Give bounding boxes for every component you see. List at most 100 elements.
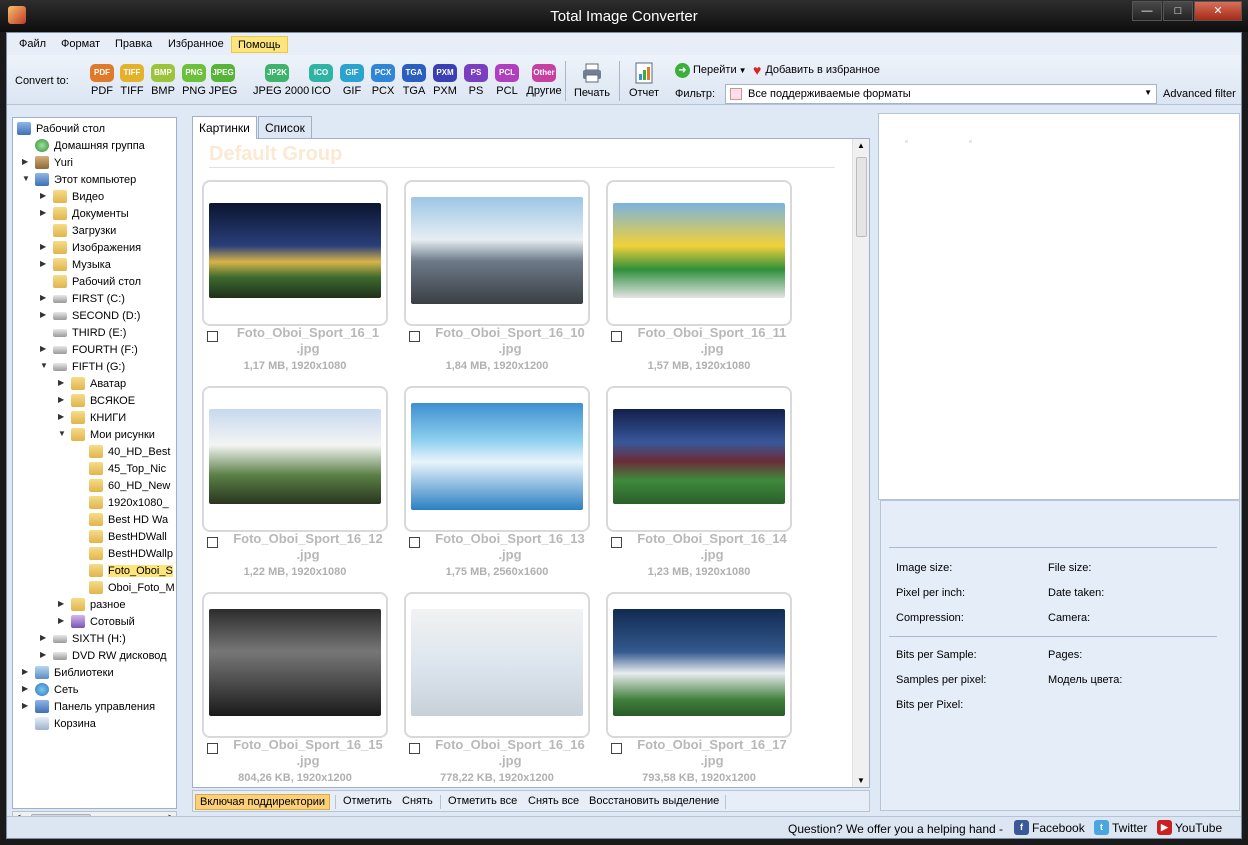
tree-item[interactable]: ▶ FOURTH (F:) [13, 342, 176, 359]
tree-item[interactable]: ▼ FIFTH (G:) [13, 359, 176, 376]
menu-file[interactable]: Файл [13, 36, 52, 53]
tree-item[interactable]: 45_Top_Nic [13, 461, 176, 478]
tree-item[interactable]: ▶ Библиотеки [13, 665, 176, 682]
tree-item[interactable]: ▶ Сотовый [13, 614, 176, 631]
format-button-jp2k[interactable]: JP2K JPEG 2000 [253, 64, 309, 97]
select-checkbox[interactable] [409, 331, 420, 342]
menu-favorites[interactable]: Избранное [162, 36, 230, 53]
collapse-arrow-icon[interactable]: ▼ [40, 361, 48, 370]
expand-arrow-icon[interactable]: ▶ [22, 684, 30, 693]
select-checkbox[interactable] [409, 743, 420, 754]
format-button-bmp[interactable]: BMP BMP [146, 64, 180, 97]
scrollbar-thumb[interactable] [856, 157, 867, 237]
tree-item[interactable]: ▼ Этот компьютер [13, 172, 176, 189]
expand-arrow-icon[interactable]: ▶ [40, 293, 48, 302]
expand-arrow-icon[interactable]: ▶ [58, 412, 66, 421]
thumbnail-image[interactable] [209, 203, 381, 298]
thumbnail-image[interactable] [411, 609, 583, 716]
collapse-arrow-icon[interactable]: ▼ [58, 429, 66, 438]
tree-item[interactable]: Рабочий стол [13, 274, 176, 291]
scroll-down-icon[interactable]: ▼ [857, 776, 865, 785]
format-button-pcx[interactable]: PCX PCX [366, 64, 400, 97]
tree-item[interactable]: 60_HD_New [13, 478, 176, 495]
image-thumbnail-card[interactable] [606, 180, 792, 326]
menu-edit[interactable]: Правка [109, 36, 158, 53]
tree-item[interactable]: Загрузки [13, 223, 176, 240]
expand-arrow-icon[interactable]: ▶ [40, 259, 48, 268]
format-button-other[interactable]: Other Другие [524, 64, 564, 97]
tree-item[interactable]: ▶ Видео [13, 189, 176, 206]
tree-item[interactable]: ▶ SECOND (D:) [13, 308, 176, 325]
folder-tree[interactable]: Рабочий стол Домашняя группа ▶ Yuri ▼ Этот ко… [12, 117, 177, 809]
goto-button[interactable]: ➜ Перейти ▼ [675, 61, 747, 79]
format-button-pdf[interactable]: PDF PDF [85, 64, 119, 97]
minimize-button[interactable]: — [1132, 1, 1162, 21]
select-checkbox[interactable] [207, 743, 218, 754]
tree-item[interactable]: BestHDWallp [13, 546, 176, 563]
report-button[interactable]: Отчет [622, 62, 666, 99]
check-all-button[interactable]: Отметить все [444, 794, 521, 810]
expand-arrow-icon[interactable]: ▶ [40, 344, 48, 353]
expand-arrow-icon[interactable]: ▶ [22, 701, 30, 710]
expand-arrow-icon[interactable]: ▶ [22, 667, 30, 676]
tab-pictures[interactable]: Картинки [192, 116, 257, 139]
print-button[interactable]: Печать [570, 62, 614, 99]
format-button-pxm[interactable]: PXM PXM [428, 64, 462, 97]
tree-item[interactable]: ▶ ВСЯКОЕ [13, 393, 176, 410]
tree-item[interactable]: Oboi_Foto_M [13, 580, 176, 597]
image-thumbnail-card[interactable] [606, 386, 792, 532]
restore-selection-button[interactable]: Восстановить выделение [585, 794, 723, 810]
tab-list[interactable]: Список [258, 116, 312, 138]
expand-arrow-icon[interactable]: ▶ [40, 310, 48, 319]
tree-item[interactable]: BestHDWall [13, 529, 176, 546]
image-thumbnail-card[interactable] [404, 386, 590, 532]
tree-item[interactable]: 40_HD_Best [13, 444, 176, 461]
format-button-gif[interactable]: GIF GIF [335, 64, 369, 97]
tree-item[interactable]: Домашняя группа [13, 138, 176, 155]
tree-item[interactable]: ▶ Аватар [13, 376, 176, 393]
expand-arrow-icon[interactable]: ▶ [40, 191, 48, 200]
tree-item[interactable]: Корзина [13, 716, 176, 733]
facebook-link[interactable]: f Facebook [1014, 819, 1085, 836]
format-button-ico[interactable]: ICO ICO [304, 64, 338, 97]
tree-item[interactable]: Best HD Wa [13, 512, 176, 529]
include-subdirectories-toggle[interactable]: Включая поддиректории [195, 794, 330, 810]
tree-item[interactable]: ▶ Музыка [13, 257, 176, 274]
image-thumbnail-card[interactable] [202, 180, 388, 326]
tree-item[interactable]: Рабочий стол [13, 121, 176, 138]
thumbnail-image[interactable] [613, 409, 785, 504]
select-checkbox[interactable] [611, 743, 622, 754]
scroll-up-icon[interactable]: ▲ [857, 141, 865, 150]
tree-item[interactable]: ▶ DVD RW дисковод [13, 648, 176, 665]
expand-arrow-icon[interactable]: ▶ [40, 242, 48, 251]
expand-arrow-icon[interactable]: ▶ [58, 599, 66, 608]
select-checkbox[interactable] [611, 537, 622, 548]
youtube-link[interactable]: ▶ YouTube [1157, 819, 1222, 836]
tree-item[interactable]: ▶ FIRST (C:) [13, 291, 176, 308]
image-thumbnail-card[interactable] [404, 592, 590, 738]
select-checkbox[interactable] [409, 537, 420, 548]
tree-item[interactable]: ▶ разное [13, 597, 176, 614]
expand-arrow-icon[interactable]: ▶ [40, 208, 48, 217]
select-checkbox[interactable] [207, 331, 218, 342]
tree-item[interactable]: ▶ Изображения [13, 240, 176, 257]
filter-select[interactable]: Все поддерживаемые форматы ▼ [725, 84, 1157, 104]
menu-help[interactable]: Помощь [231, 36, 288, 53]
expand-arrow-icon[interactable]: ▶ [58, 395, 66, 404]
expand-arrow-icon[interactable]: ▶ [22, 157, 30, 166]
maximize-button[interactable]: □ [1163, 1, 1193, 21]
tree-item[interactable]: ▶ КНИГИ [13, 410, 176, 427]
tree-item[interactable]: ▶ SIXTH (H:) [13, 631, 176, 648]
tree-item[interactable]: ▶ Документы [13, 206, 176, 223]
thumbnail-image[interactable] [411, 197, 583, 304]
menu-format[interactable]: Формат [55, 36, 106, 53]
format-button-jpeg[interactable]: JPEG JPEG [206, 64, 240, 97]
twitter-link[interactable]: t Twitter [1094, 819, 1147, 836]
tree-item[interactable]: ▼ Мои рисунки [13, 427, 176, 444]
format-button-pcl[interactable]: PCL PCL [490, 64, 524, 97]
collapse-arrow-icon[interactable]: ▼ [22, 174, 30, 183]
format-button-tiff[interactable]: TIFF TIFF [115, 64, 149, 97]
expand-arrow-icon[interactable]: ▶ [40, 633, 48, 642]
image-thumbnail-card[interactable] [606, 592, 792, 738]
expand-arrow-icon[interactable]: ▶ [58, 616, 66, 625]
